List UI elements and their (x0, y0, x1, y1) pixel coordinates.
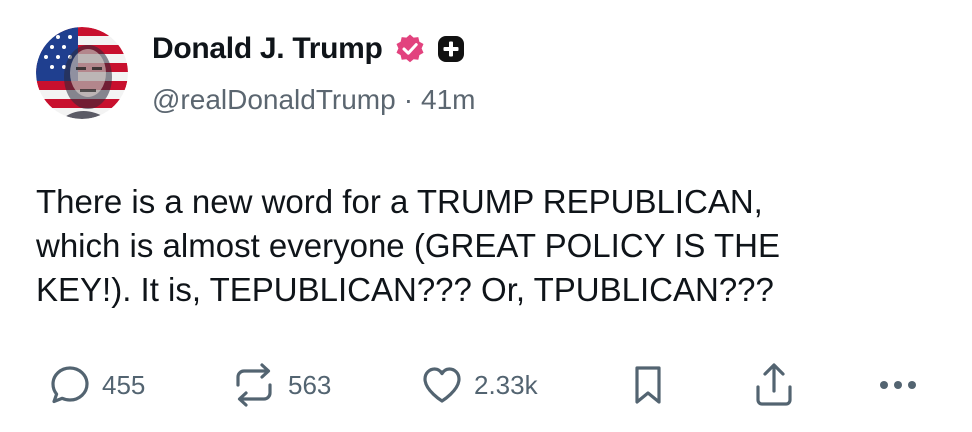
meta-separator: · (403, 84, 414, 115)
reply-icon (51, 366, 89, 404)
repost-count: 563 (288, 369, 332, 400)
share-icon (756, 363, 792, 406)
avatar[interactable] (36, 27, 128, 119)
verified-badge-icon (393, 32, 427, 66)
timestamp[interactable]: 41m (421, 84, 475, 116)
post-body: There is a new word for a TRUMP REPUBLIC… (36, 183, 780, 308)
repost-button[interactable]: 563 (230, 360, 331, 410)
more-icon (880, 381, 916, 389)
author-row: Donald J. Trump (152, 30, 465, 68)
handle[interactable]: @realDonaldTrump (152, 84, 396, 116)
like-count: 2.33k (474, 369, 538, 400)
reply-button[interactable]: 455 (48, 360, 145, 410)
repost-icon (236, 363, 272, 407)
avatar-image (36, 27, 128, 119)
like-button[interactable]: 2.33k (420, 360, 538, 410)
action-bar: 455 563 2.33k (0, 360, 972, 410)
bookmark-icon (635, 366, 661, 404)
plus-badge-icon (437, 35, 465, 63)
reply-count: 455 (102, 369, 146, 400)
share-button[interactable] (752, 360, 796, 410)
heart-icon (423, 367, 461, 403)
post-meta: @realDonaldTrump · 41m (152, 84, 476, 116)
author-name[interactable]: Donald J. Trump (152, 32, 383, 66)
bookmark-button[interactable] (628, 360, 668, 410)
more-button[interactable] (876, 360, 920, 410)
